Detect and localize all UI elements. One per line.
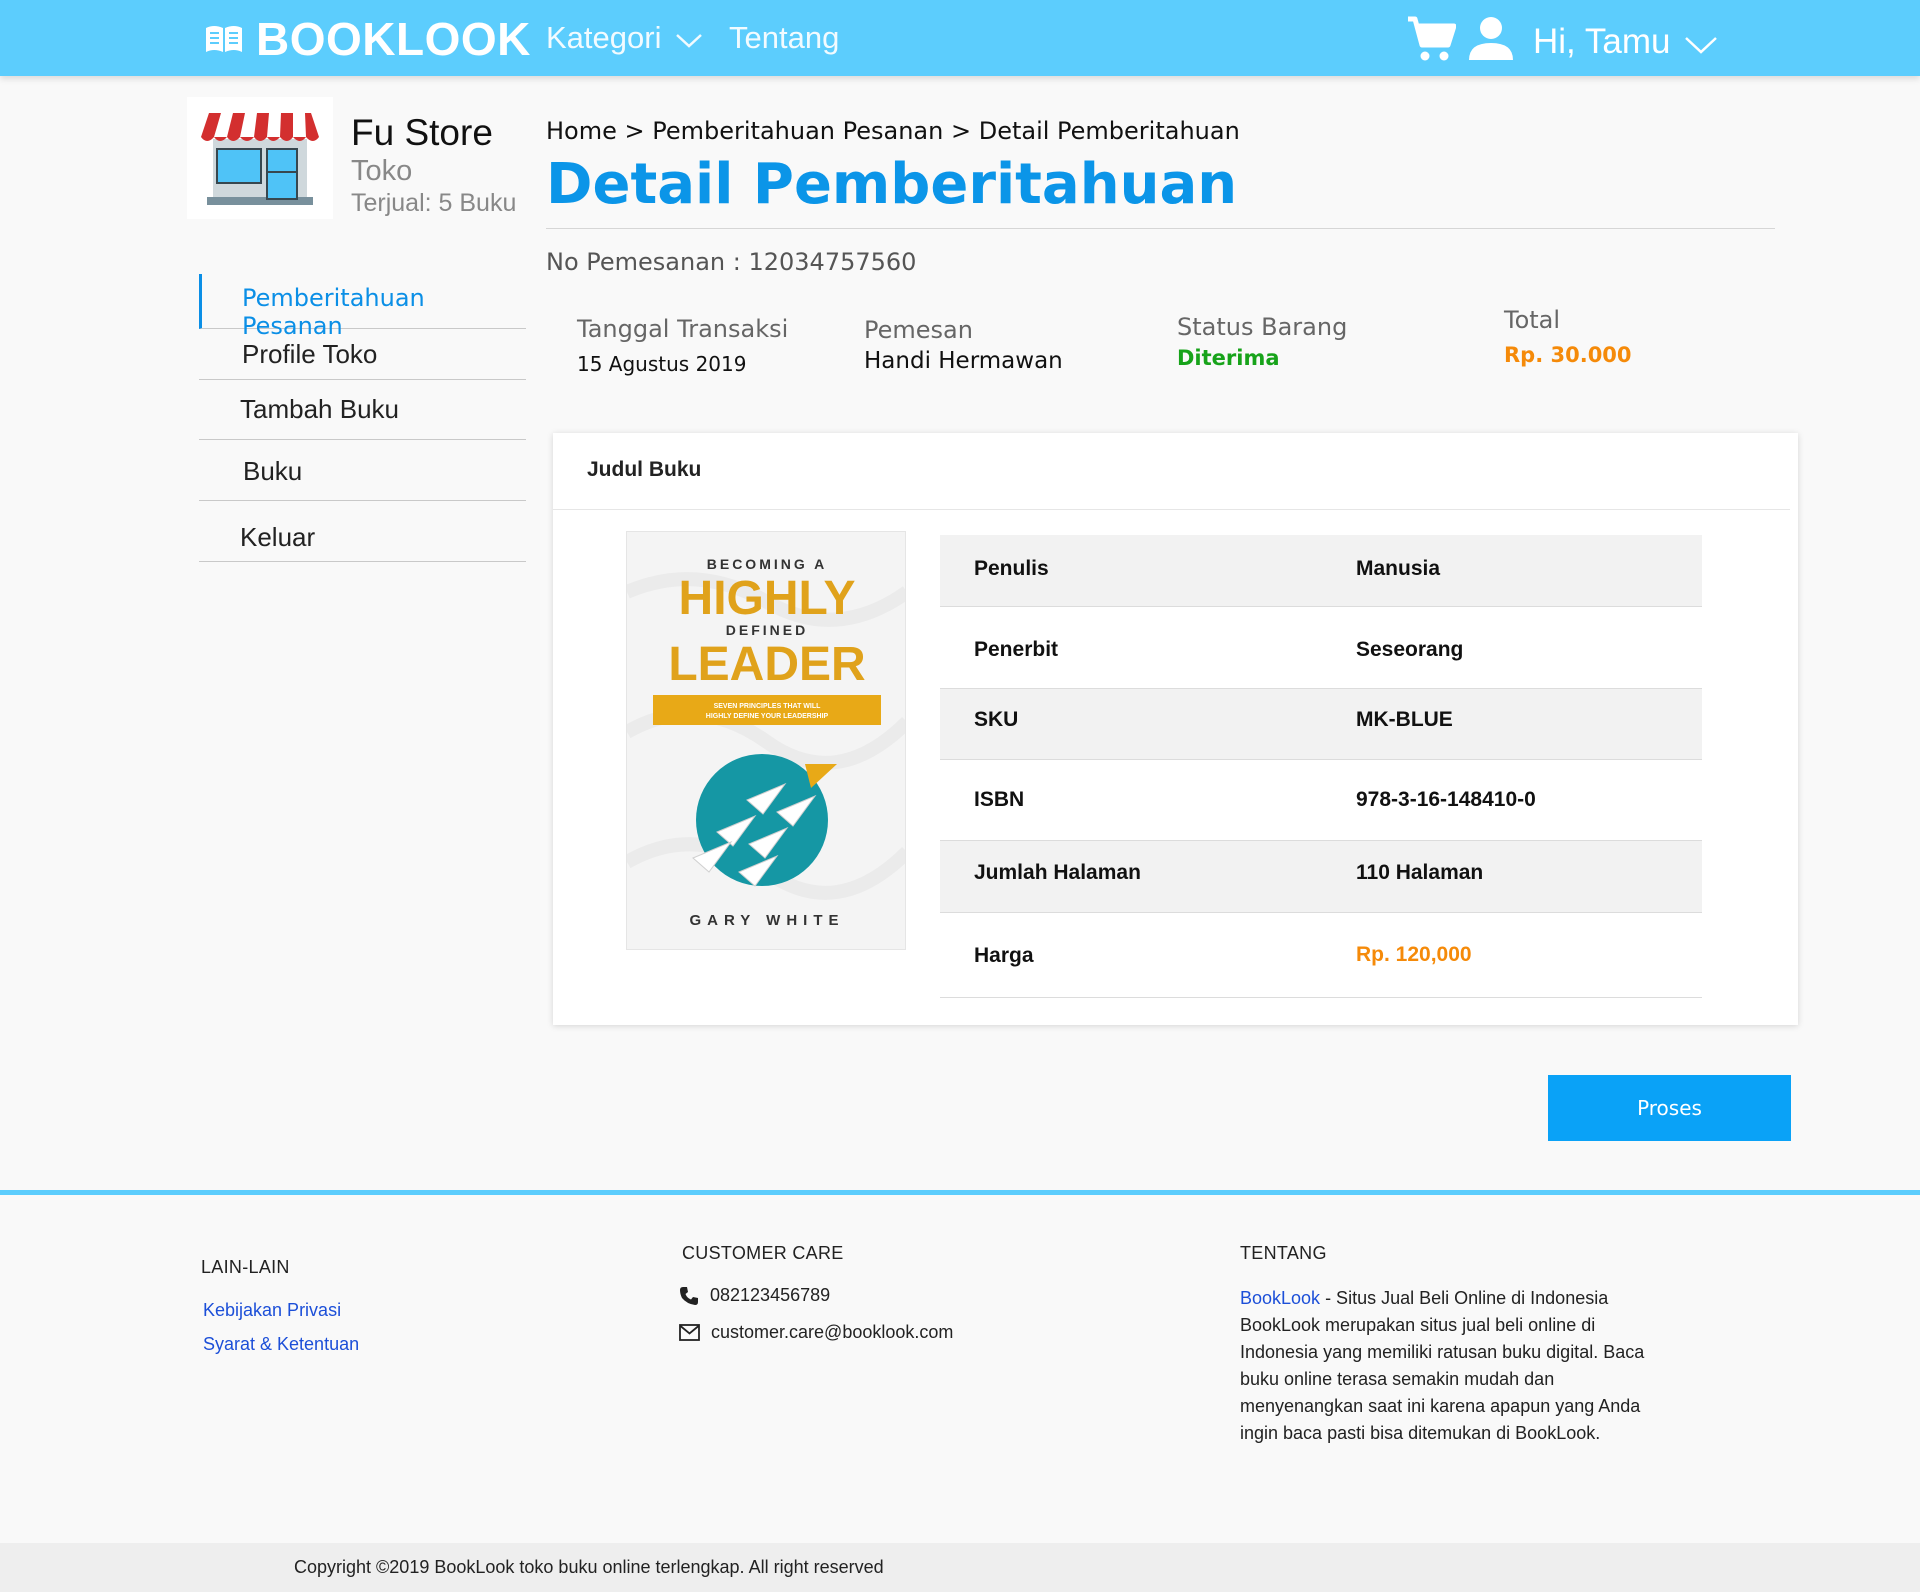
- card-header: Judul Buku: [553, 433, 1790, 510]
- chevron-down-icon: [676, 34, 703, 48]
- cover-author: GARY WHITE: [689, 912, 844, 929]
- copyright-bar: Copyright ©2019 BookLook toko buku onlin…: [0, 1543, 1920, 1592]
- item-status-value: Diterima: [1177, 346, 1280, 370]
- table-row: Penulis Manusia: [940, 535, 1702, 607]
- chevron-down-icon: [1685, 37, 1718, 54]
- breadcrumb: Home > Pemberitahuan Pesanan > Detail Pe…: [546, 117, 1240, 145]
- book-cover-image: BECOMING A HIGHLY DEFINED LEADER SEVEN P…: [626, 531, 906, 950]
- cover-text-line1: BECOMING A: [707, 556, 827, 572]
- sidebar-menu: Pemberitahuan Pesanan Profile Toko Tamba…: [199, 274, 526, 562]
- terms-link[interactable]: Syarat & Ketentuan: [203, 1334, 359, 1355]
- buyer-label: Pemesan: [864, 316, 973, 344]
- spec-value: MK-BLUE: [1356, 708, 1453, 731]
- about-brand-link[interactable]: BookLook: [1240, 1288, 1320, 1308]
- brand-name: BOOKLOOK: [256, 13, 531, 65]
- sidebar-item-profile-toko[interactable]: Profile Toko: [199, 329, 526, 380]
- total-value: Rp. 30.000: [1504, 343, 1632, 367]
- footer-lain-heading: LAIN-LAIN: [201, 1257, 290, 1277]
- user-greeting-menu[interactable]: Hi, Tamu: [1533, 22, 1718, 62]
- spec-key: Harga: [974, 944, 1034, 967]
- title-divider: [546, 228, 1775, 229]
- mail-icon: [679, 1324, 700, 1341]
- store-sold-count: Terjual: 5 Buku: [351, 189, 517, 217]
- spec-key: ISBN: [974, 788, 1025, 811]
- sidebar-item-buku[interactable]: Buku: [199, 440, 526, 501]
- table-row: Penerbit Seseorang: [940, 607, 1702, 689]
- transaction-date-value: 15 Agustus 2019: [577, 352, 747, 376]
- about-description: - Situs Jual Beli Online di Indonesia Bo…: [1240, 1288, 1645, 1443]
- sidebar-item-tambah-buku[interactable]: Tambah Buku: [199, 380, 526, 440]
- cover-banner-line1: SEVEN PRINCIPLES THAT WILL: [714, 703, 822, 710]
- cart-icon[interactable]: [1406, 15, 1456, 63]
- sidebar-item-label: Profile Toko: [242, 339, 378, 369]
- card-title: Judul Buku: [587, 458, 702, 481]
- footer-email: customer.care@booklook.com: [679, 1322, 953, 1343]
- greeting-label: Hi, Tamu: [1533, 22, 1671, 61]
- book-icon: [206, 26, 242, 52]
- spec-key: SKU: [974, 708, 1019, 731]
- user-icon[interactable]: [1469, 16, 1513, 60]
- phone-number: 082123456789: [710, 1285, 831, 1305]
- nav-tentang[interactable]: Tentang: [729, 20, 839, 56]
- store-logo: [187, 97, 333, 219]
- email-address[interactable]: customer.care@booklook.com: [711, 1322, 953, 1343]
- spec-value-price: Rp. 120,000: [1356, 943, 1472, 966]
- table-row: Jumlah Halaman 110 Halaman: [940, 841, 1702, 913]
- transaction-date-label: Tanggal Transaksi: [577, 315, 789, 343]
- sidebar-item-label: Tambah Buku: [240, 394, 399, 424]
- cover-banner-line2: HIGHLY DEFINE YOUR LEADERSHIP: [706, 713, 829, 720]
- sidebar-item-label: Keluar: [240, 522, 316, 552]
- brand-logo[interactable]: BOOKLOOK: [204, 12, 531, 66]
- sidebar-item-keluar[interactable]: Keluar: [199, 501, 526, 562]
- copyright-text: Copyright ©2019 BookLook toko buku onlin…: [294, 1557, 884, 1577]
- footer-divider: [0, 1190, 1920, 1195]
- spec-value: Manusia: [1356, 557, 1441, 580]
- spec-key: Jumlah Halaman: [974, 861, 1141, 884]
- spec-value: Seseorang: [1356, 638, 1464, 661]
- item-status-label: Status Barang: [1177, 313, 1348, 341]
- spec-value: 978-3-16-148410-0: [1356, 788, 1536, 811]
- privacy-policy-link[interactable]: Kebijakan Privasi: [203, 1300, 341, 1321]
- cover-text-line3: DEFINED: [726, 622, 808, 638]
- table-row: SKU MK-BLUE: [940, 689, 1702, 760]
- total-label: Total: [1504, 306, 1561, 334]
- spec-value: 110 Halaman: [1356, 861, 1484, 884]
- footer-tentang-heading: TENTANG: [1240, 1243, 1327, 1263]
- nav-tentang-label: Tentang: [729, 20, 840, 55]
- store-type: Toko: [351, 155, 413, 187]
- book-detail-card: Judul Buku BECOMING A HIGHLY DEFINED LEA…: [553, 433, 1798, 1025]
- sidebar-item-pemberitahuan-pesanan[interactable]: Pemberitahuan Pesanan: [199, 274, 526, 340]
- cover-text-line4: LEADER: [668, 638, 865, 691]
- footer-care-heading: CUSTOMER CARE: [682, 1243, 844, 1263]
- sidebar-item-label: Buku: [243, 456, 303, 486]
- spec-key: Penulis: [974, 557, 1049, 580]
- book-spec-table: Penulis Manusia Penerbit Seseorang SKU M…: [940, 535, 1702, 998]
- buyer-value: Handi Hermawan: [864, 348, 1063, 374]
- book-cover-art: BECOMING A HIGHLY DEFINED LEADER SEVEN P…: [627, 532, 905, 949]
- store-name: Fu Store: [351, 112, 493, 153]
- top-navbar: BOOKLOOK Kategori Tentang Hi, Tamu: [0, 0, 1920, 76]
- page-title: Detail Pemberitahuan: [546, 152, 1238, 217]
- phone-icon: [680, 1286, 698, 1305]
- cover-text-line2: HIGHLY: [679, 572, 856, 625]
- table-row: Harga Rp. 120,000: [940, 913, 1702, 998]
- nav-kategori[interactable]: Kategori: [546, 20, 703, 56]
- footer-phone: 082123456789: [679, 1285, 830, 1306]
- footer-about-text: BookLook - Situs Jual Beli Online di Ind…: [1240, 1285, 1660, 1447]
- nav-kategori-label: Kategori: [546, 20, 662, 55]
- spec-key: Penerbit: [974, 638, 1059, 661]
- table-row: ISBN 978-3-16-148410-0: [940, 760, 1702, 841]
- order-number: No Pemesanan : 12034757560: [546, 248, 917, 276]
- store-front-icon: [201, 113, 319, 205]
- process-button[interactable]: Proses: [1548, 1075, 1791, 1141]
